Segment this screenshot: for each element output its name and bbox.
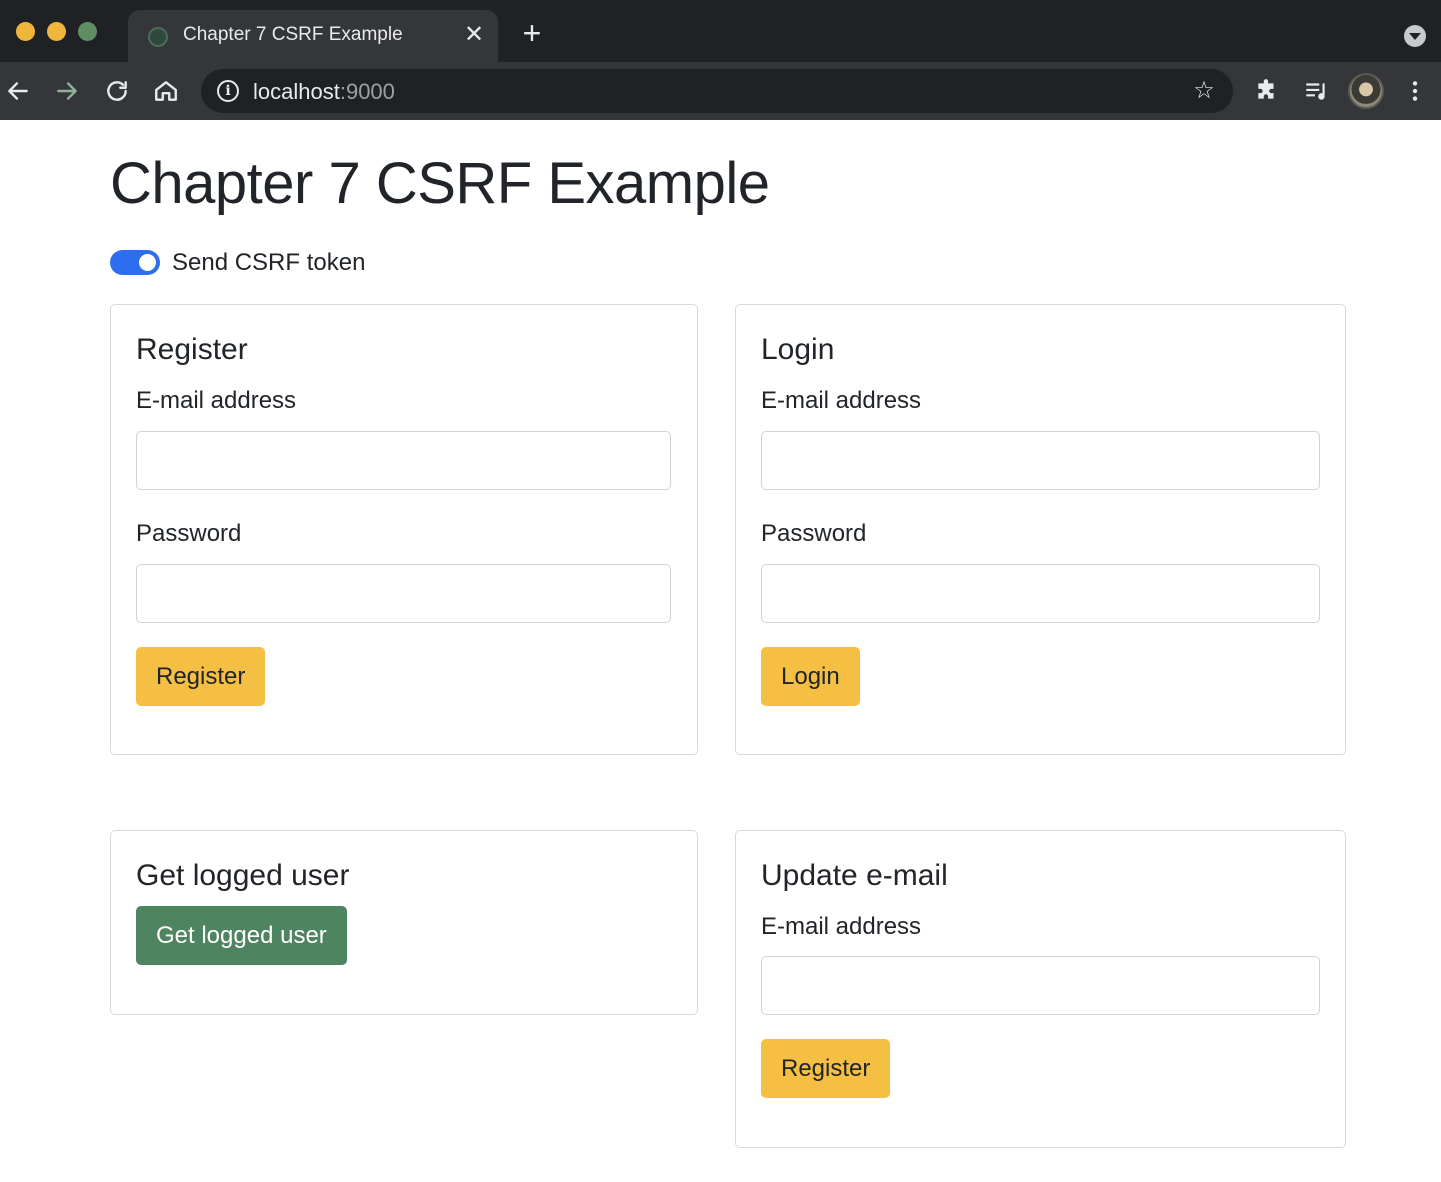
bookmark-star-icon[interactable]: ☆ xyxy=(1189,76,1219,106)
update-email-input[interactable] xyxy=(761,956,1320,1015)
csrf-token-toggle[interactable] xyxy=(110,250,160,275)
register-email-label: E-mail address xyxy=(136,387,297,414)
login-card: Login E-mail address Password Login xyxy=(735,304,1346,755)
update-email-card: Update e-mail E-mail address Register xyxy=(735,830,1346,1148)
register-password-label: Password xyxy=(136,520,242,547)
browser-menu-icon[interactable] xyxy=(1397,73,1433,109)
login-card-title: Login xyxy=(761,333,835,366)
register-button[interactable]: Register xyxy=(136,647,266,706)
new-tab-button[interactable]: + xyxy=(517,17,547,49)
close-tab-icon[interactable]: ✕ xyxy=(461,20,487,50)
tab-title: Chapter 7 CSRF Example xyxy=(183,24,403,45)
update-email-label: E-mail address xyxy=(761,913,922,940)
profile-avatar[interactable] xyxy=(1348,73,1384,109)
register-password-input[interactable] xyxy=(136,564,671,623)
logged-user-card-title: Get logged user xyxy=(136,859,350,892)
media-queue-icon[interactable] xyxy=(1298,73,1334,109)
home-icon[interactable] xyxy=(148,73,184,109)
login-password-input[interactable] xyxy=(761,564,1320,623)
login-button[interactable]: Login xyxy=(761,647,860,706)
forward-arrow-icon[interactable] xyxy=(49,73,85,109)
get-logged-user-button[interactable]: Get logged user xyxy=(136,906,347,965)
toggle-knob xyxy=(139,254,156,271)
tab-search-icon[interactable] xyxy=(1404,25,1426,47)
window-zoom-button[interactable] xyxy=(78,22,97,41)
url-text[interactable]: localhost:9000 xyxy=(253,79,395,105)
update-email-card-title: Update e-mail xyxy=(761,859,948,892)
logged-user-card: Get logged user Get logged user xyxy=(110,830,698,1015)
site-info-icon[interactable]: i xyxy=(217,80,239,102)
back-arrow-icon[interactable] xyxy=(0,73,36,109)
window-close-button[interactable] xyxy=(16,22,35,41)
reload-icon[interactable] xyxy=(99,73,135,109)
update-email-register-button[interactable]: Register xyxy=(761,1039,891,1098)
globe-icon xyxy=(148,27,168,47)
address-bar[interactable]: i localhost:9000 ☆ xyxy=(201,69,1233,113)
page-title: Chapter 7 CSRF Example xyxy=(110,151,770,216)
csrf-token-toggle-label: Send CSRF token xyxy=(172,249,366,276)
browser-toolbar: i localhost:9000 ☆ xyxy=(0,62,1441,120)
login-password-label: Password xyxy=(761,520,867,547)
url-host: localhost xyxy=(253,79,340,104)
window-minimize-button[interactable] xyxy=(47,22,66,41)
url-port: :9000 xyxy=(339,79,395,104)
browser-tab-active[interactable]: Chapter 7 CSRF Example ✕ xyxy=(128,10,498,62)
register-card: Register E-mail address Password Registe… xyxy=(110,304,698,755)
login-email-input[interactable] xyxy=(761,431,1320,490)
login-email-label: E-mail address xyxy=(761,387,922,414)
browser-tabstrip: Chapter 7 CSRF Example ✕ + xyxy=(0,0,1441,62)
register-card-title: Register xyxy=(136,333,248,366)
extensions-puzzle-icon[interactable] xyxy=(1249,73,1285,109)
register-email-input[interactable] xyxy=(136,431,671,490)
